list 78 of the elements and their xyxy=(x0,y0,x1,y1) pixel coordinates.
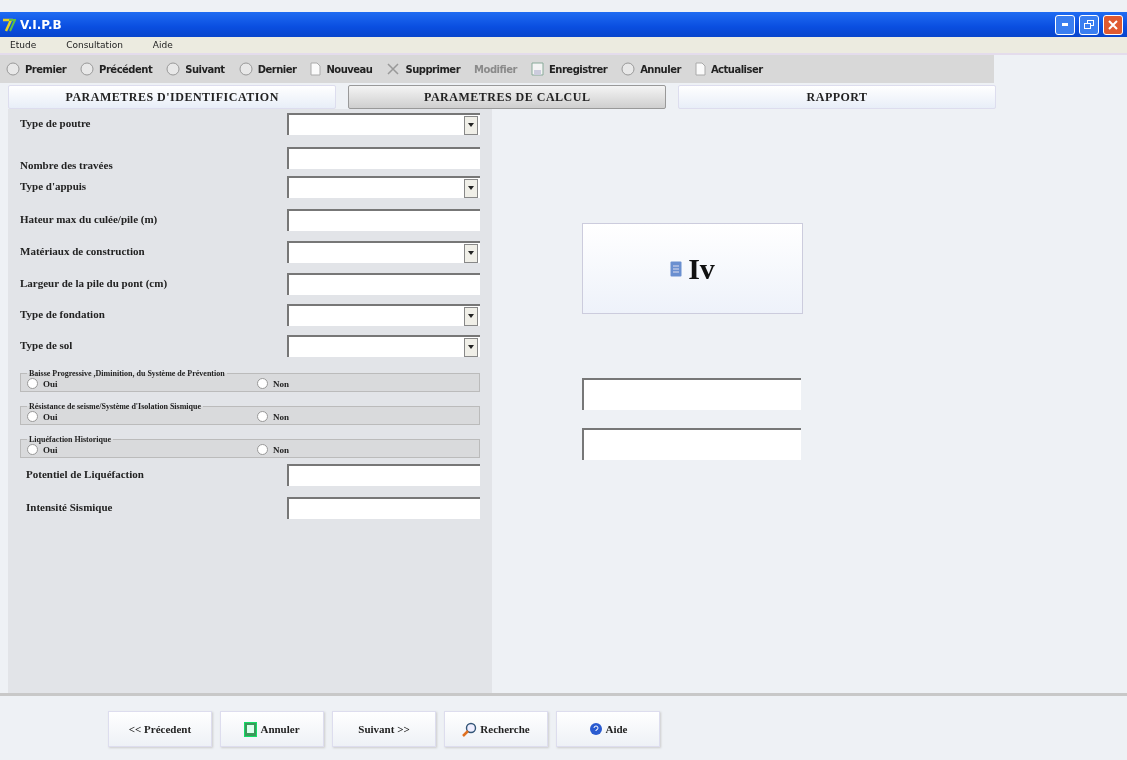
dropdown-arrow-icon xyxy=(468,123,474,127)
close-button[interactable] xyxy=(1103,14,1123,35)
radio-option[interactable]: Non xyxy=(257,411,473,422)
input-field[interactable] xyxy=(287,273,480,295)
field-label: Type de sol xyxy=(20,338,73,351)
help-icon xyxy=(588,722,603,736)
toolbar-button[interactable]: Annuler xyxy=(621,62,681,76)
tab[interactable]: PARAMETRES D'IDENTIFICATION xyxy=(8,85,337,109)
field-label: Potentiel de Liquéfaction xyxy=(26,467,144,480)
radio-option[interactable]: Non xyxy=(257,444,473,455)
nav-button[interactable]: Recherche xyxy=(444,711,548,747)
dropdown-field[interactable] xyxy=(287,176,480,198)
search-icon xyxy=(462,721,478,737)
field-label: Largeur de la pile du pont (cm) xyxy=(20,276,168,289)
menu-item[interactable]: Consultation xyxy=(66,40,123,50)
dropdown-field[interactable] xyxy=(287,241,480,263)
field-label: Matériaux de construction xyxy=(20,244,145,257)
page-icon xyxy=(310,62,322,76)
field-label: Type d'appuis xyxy=(20,179,87,192)
dropdown-arrow-icon xyxy=(468,345,474,349)
toolbar-button[interactable]: Actualiser xyxy=(694,62,763,76)
dropdown-field[interactable] xyxy=(287,335,480,357)
result-field[interactable] xyxy=(582,428,801,460)
input-field[interactable] xyxy=(287,464,480,486)
field-label: Nombre des travées xyxy=(20,158,113,171)
radio-option[interactable]: Oui xyxy=(27,411,257,422)
tab[interactable]: PARAMETRES DE CALCUL xyxy=(348,85,667,109)
app-icon xyxy=(244,721,258,737)
circle-icon xyxy=(621,62,636,76)
group-title: Liquéfaction Historique xyxy=(28,435,112,444)
circle-icon xyxy=(238,62,253,76)
field-label: Type de poutre xyxy=(20,116,91,129)
nav-button[interactable]: Aide xyxy=(556,711,660,747)
result-button[interactable]: Iv xyxy=(582,223,803,314)
group-title: Résistance de seisme/Système d'Isolation Sismique xyxy=(28,402,202,411)
restore-button[interactable] xyxy=(1079,14,1099,35)
dropdown-field[interactable] xyxy=(287,304,480,326)
window-title: V.I.P.B xyxy=(20,17,63,32)
input-field[interactable] xyxy=(287,147,480,169)
save-icon xyxy=(531,62,544,76)
toolbar-button[interactable]: Premier xyxy=(6,62,67,76)
group-title: Baisse Progressive ,Diminition, du Système de Prévention xyxy=(28,369,226,378)
result-field[interactable] xyxy=(582,378,801,410)
input-field[interactable] xyxy=(287,209,480,231)
nav-button[interactable]: Suivant >> xyxy=(332,711,436,747)
toolbar-button[interactable]: Suivant xyxy=(166,62,225,76)
radio-option[interactable]: Oui xyxy=(27,378,257,389)
toolbar-button[interactable]: Nouveau xyxy=(310,62,373,76)
radio-option[interactable]: Non xyxy=(257,378,473,389)
radio-option[interactable]: Oui xyxy=(27,444,257,455)
dropdown-arrow-icon xyxy=(468,251,474,255)
minimize-button[interactable] xyxy=(1055,14,1075,35)
nav-button[interactable]: << Précedent xyxy=(108,711,212,747)
close-icon xyxy=(386,62,401,76)
nav-button[interactable]: Annuler xyxy=(220,711,324,747)
field-label: Hateur max du culée/pile (m) xyxy=(20,212,158,225)
dropdown-field[interactable] xyxy=(287,113,480,135)
document-icon xyxy=(670,260,683,277)
menu-item[interactable]: Etude xyxy=(10,40,37,50)
circle-icon xyxy=(80,62,95,76)
circle-icon xyxy=(6,62,20,76)
page-icon xyxy=(694,62,706,76)
toolbar-button[interactable]: Dernier xyxy=(238,62,297,76)
toolbar-button[interactable]: Précédent xyxy=(80,62,153,76)
menu-item[interactable]: Aide xyxy=(152,40,173,50)
dropdown-arrow-icon xyxy=(468,314,474,318)
field-label: Intensité Sismique xyxy=(26,500,113,513)
close-icon xyxy=(1108,19,1118,30)
dropdown-arrow-icon xyxy=(468,186,474,190)
field-label: Type de fondation xyxy=(20,307,105,320)
restore-icon xyxy=(1084,19,1094,30)
toolbar-button[interactable]: Supprimer xyxy=(386,62,461,76)
minimize-icon xyxy=(1062,23,1068,26)
toolbar-button[interactable]: Enregistrer xyxy=(531,62,608,76)
circle-icon xyxy=(166,62,181,76)
input-field[interactable] xyxy=(287,497,480,519)
tab[interactable]: RAPPORT xyxy=(678,85,996,109)
app-logo-icon xyxy=(2,17,16,32)
